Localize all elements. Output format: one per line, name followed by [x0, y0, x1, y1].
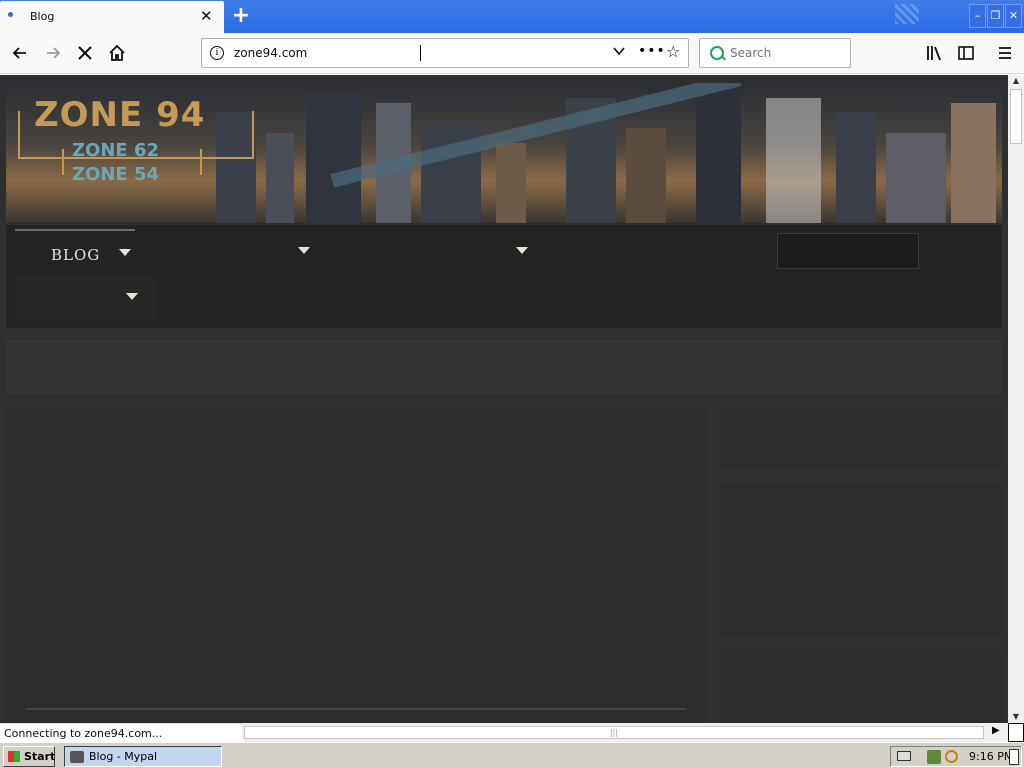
browser-app-icon: [70, 751, 84, 763]
sidebar-widget: [720, 483, 1002, 635]
windows-logo-icon: [8, 751, 20, 762]
logo-sub-line: ZONE 54: [72, 164, 160, 185]
tab-title: Blog: [30, 10, 55, 23]
scroll-up-icon[interactable]: ▲: [1008, 75, 1024, 87]
status-bar: Connecting to zone94.com...: [0, 723, 242, 742]
navigation-toolbar: i zone94.com ••• ☆: [0, 33, 1024, 74]
forward-button[interactable]: [39, 39, 67, 67]
tab-loading-icon: [8, 12, 13, 17]
menu-item-label: BLOG: [51, 246, 101, 264]
show-desktop-button[interactable]: [1009, 749, 1019, 765]
url-bar[interactable]: i zone94.com ••• ☆: [201, 38, 689, 68]
keyboard-icon[interactable]: [897, 751, 911, 761]
site-logo[interactable]: ZONE 94: [34, 95, 205, 135]
minimize-button[interactable]: –: [969, 4, 986, 28]
scroll-down-icon[interactable]: ▼: [1008, 711, 1024, 723]
menu-button[interactable]: [991, 39, 1019, 67]
start-label: Start: [24, 750, 56, 763]
menu-dropdown-2[interactable]: [298, 247, 310, 254]
search-tray-icon[interactable]: [945, 750, 958, 763]
page-actions-icon[interactable]: •••: [638, 43, 666, 59]
tab-blog[interactable]: Blog ✕: [0, 1, 224, 33]
site-logo-sub: ZONE 62 ZONE 54: [72, 139, 159, 187]
bookmark-star-icon[interactable]: ☆: [666, 42, 680, 61]
scroll-right-icon[interactable]: ▶: [992, 725, 1000, 736]
sidebar-widget: [720, 649, 1002, 723]
menu-item-blog[interactable]: BLOG: [15, 229, 135, 271]
scrollbar-thumb[interactable]: |||: [244, 726, 984, 739]
forward-icon: [47, 47, 61, 59]
library-icon: [927, 46, 941, 61]
taskbar: Start Blog - Mypal 9:16 PM: [0, 742, 1024, 768]
menu-dropdown-3[interactable]: [516, 247, 528, 254]
search-bar[interactable]: [699, 38, 851, 68]
logo-sub-line: ZONE 62: [72, 140, 160, 161]
stop-icon: [78, 46, 92, 60]
menu-item-row2[interactable]: [15, 275, 157, 319]
sidebar-icon: [958, 46, 974, 60]
back-icon: [12, 47, 26, 59]
horizontal-scrollbar[interactable]: ||| ▶: [242, 723, 1008, 742]
site-banner: ZONE 94 ZONE 62 ZONE 54: [6, 83, 1002, 223]
web-page: ZONE 94 ZONE 62 ZONE 54 BLOG: [0, 75, 1008, 723]
taskbar-item-label: Blog - Mypal: [89, 750, 158, 763]
divider: [26, 708, 686, 710]
content-banner-bar: [6, 341, 1002, 394]
home-button[interactable]: [103, 39, 131, 67]
network-icon[interactable]: [927, 750, 941, 764]
site-search-box[interactable]: [777, 233, 919, 269]
sidebar-widget: [720, 407, 1002, 469]
main-content: [6, 407, 706, 723]
stop-button[interactable]: [71, 39, 99, 67]
back-button[interactable]: [6, 39, 34, 67]
chevron-down-icon: [126, 293, 138, 300]
titlebar-pattern: [895, 4, 919, 24]
sidebar-button[interactable]: [952, 39, 980, 67]
main-menu: BLOG: [6, 225, 1002, 328]
search-icon: [710, 46, 724, 60]
tab-strip: Blog ✕ + – ❐ ✕: [0, 0, 1024, 33]
home-icon: [109, 44, 125, 61]
clock[interactable]: 9:16 PM: [969, 750, 1013, 763]
browser-window: Blog ✕ + – ❐ ✕ i zone94.com ••• ☆ Search…: [0, 0, 1024, 742]
restore-button[interactable]: ❐: [987, 4, 1004, 28]
scrollbar-thumb[interactable]: [1010, 89, 1022, 144]
info-icon[interactable]: i: [210, 46, 224, 60]
chevron-down-icon: [119, 249, 131, 256]
tab-close-button[interactable]: ✕: [200, 8, 213, 24]
scrollbar-corner: [1008, 723, 1024, 742]
system-tray: 9:16 PM: [890, 746, 1022, 767]
window-close-button[interactable]: ✕: [1005, 4, 1022, 28]
taskbar-item-browser[interactable]: Blog - Mypal: [64, 746, 222, 767]
url-text[interactable]: zone94.com: [234, 46, 307, 60]
status-text: Connecting to zone94.com...: [4, 727, 163, 740]
text-cursor: [420, 45, 421, 61]
search-input[interactable]: [730, 44, 840, 62]
menu-icon: [999, 47, 1011, 59]
vertical-scrollbar[interactable]: ▲ ▼: [1008, 75, 1024, 723]
dropdown-icon[interactable]: [612, 44, 626, 61]
library-button[interactable]: [920, 39, 948, 67]
new-tab-button[interactable]: +: [230, 3, 252, 29]
start-button[interactable]: Start: [3, 746, 55, 767]
